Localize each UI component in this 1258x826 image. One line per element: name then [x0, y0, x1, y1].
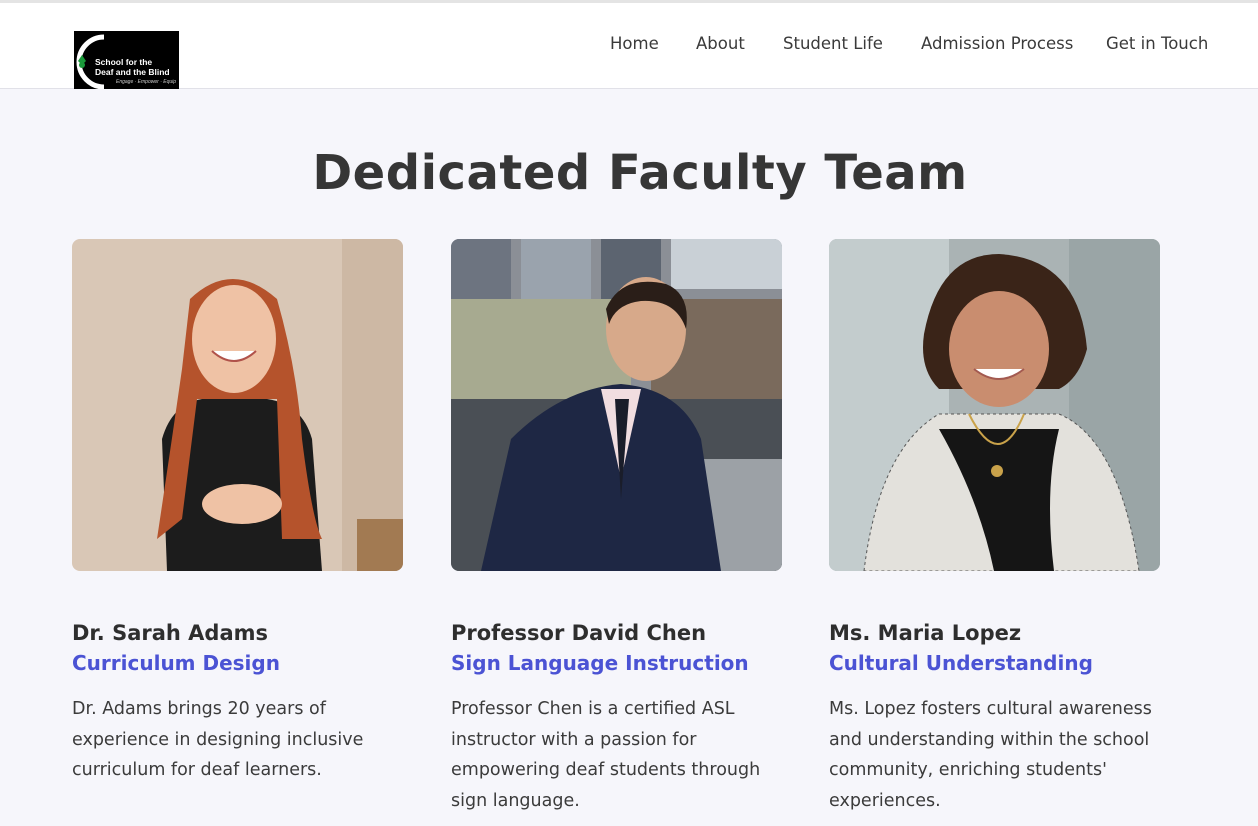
faculty-role: Curriculum Design: [72, 651, 280, 675]
nav-admission-process[interactable]: Admission Process: [921, 34, 1073, 53]
faculty-name: Ms. Maria Lopez: [829, 621, 1022, 645]
nav-home[interactable]: Home: [610, 34, 659, 53]
faculty-bio: Professor Chen is a certified ASL instru…: [451, 699, 761, 811]
faculty-card: Ms. Maria Lopez Cultural Understanding M…: [829, 239, 1160, 811]
main-navigation: Home About Student Life Admission Proces…: [0, 34, 1258, 60]
page-title: Dedicated Faculty Team: [312, 145, 968, 201]
faculty-photo: [451, 239, 782, 571]
faculty-role: Sign Language Instruction: [451, 651, 749, 675]
nav-get-in-touch[interactable]: Get in Touch: [1106, 34, 1208, 53]
faculty-card: Professor David Chen Sign Language Instr…: [451, 239, 782, 811]
faculty-bio: Ms. Lopez fosters cultural awareness and…: [829, 699, 1152, 811]
faculty-photo: [829, 239, 1160, 571]
logo-text-line2: Deaf and the Blind: [95, 67, 170, 77]
site-header: School for the Deaf and the Blind Engage…: [0, 3, 1258, 89]
faculty-role: Cultural Understanding: [829, 651, 1093, 675]
nav-about[interactable]: About: [696, 34, 745, 53]
faculty-bio: Dr. Adams brings 20 years of experience …: [72, 699, 364, 780]
faculty-photo: [72, 239, 403, 571]
nav-student-life[interactable]: Student Life: [783, 34, 883, 53]
faculty-name: Dr. Sarah Adams: [72, 621, 269, 645]
logo-tagline: Engage · Empower · Equip: [116, 79, 177, 85]
faculty-name: Professor David Chen: [451, 621, 707, 645]
faculty-card: Dr. Sarah Adams Curriculum Design Dr. Ad…: [72, 239, 403, 780]
